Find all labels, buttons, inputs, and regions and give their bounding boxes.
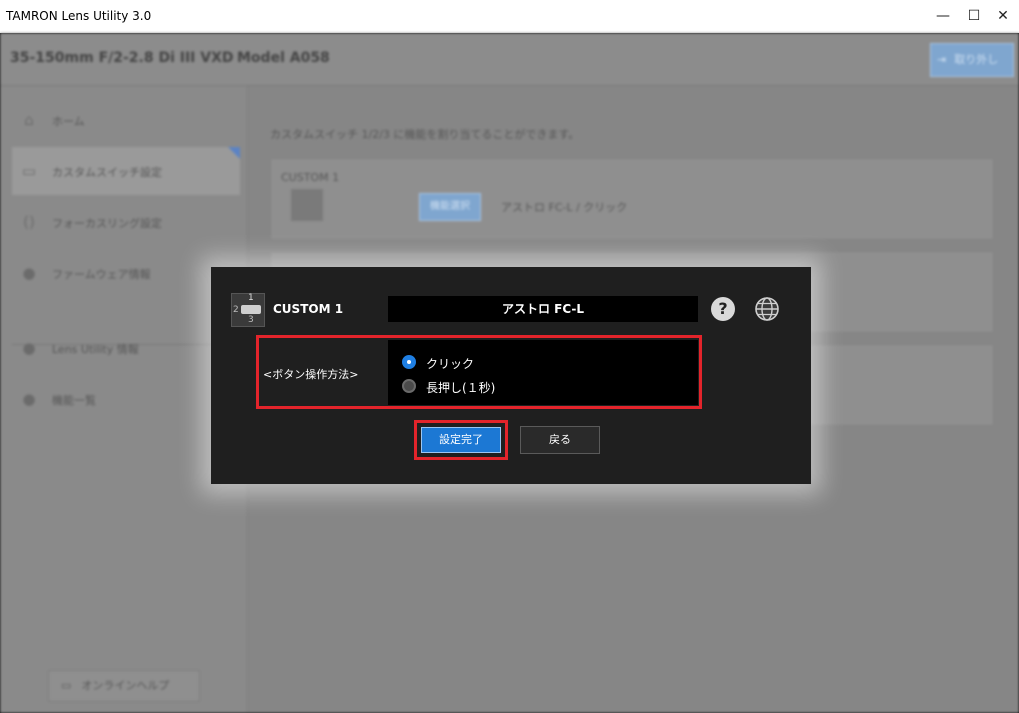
sidebar-item-firmware[interactable]: ● ファームウェア情報 [12,249,240,297]
sidebar-item-label: フォーカスリング設定 [52,217,162,230]
help-icon[interactable]: ? [711,297,735,321]
remove-lens-button[interactable]: ⇥ 取り外し [930,43,1014,77]
sidebar-item-label: カスタムスイッチ設定 [52,166,162,179]
title-bar: TAMRON Lens Utility 3.0 — ☐ ✕ [0,0,1019,33]
back-button[interactable]: 戻る [520,426,600,454]
info-icon: ● [22,339,36,357]
lens-header: 35-150mm F/2-2.8 Di III VXD Model A058 ⇥… [0,33,1019,86]
close-button[interactable]: ✕ [988,4,1018,28]
remove-lens-label: 取り外し [954,53,999,66]
radio-selected-icon[interactable] [402,355,416,369]
maximize-button[interactable]: ☐ [959,4,989,28]
list-icon: ● [22,390,36,408]
sidebar-item-label: ホーム [52,115,85,128]
switch-position-2: 2 [233,305,239,315]
sidebar-item-lens-utility-info[interactable]: ● Lens Utility 情報 [12,324,240,372]
home-icon: ⌂ [24,111,34,129]
operation-method-label: <ボタン操作方法> [263,368,359,381]
custom1-card: CUSTOM 1 機能選択 アストロ FC-L / クリック [270,158,994,240]
page-description: カスタムスイッチ 1/2/3 に機能を割り当てることができます。 [270,128,580,141]
sidebar-item-label: 機能一覧 [52,394,96,407]
sidebar-item-label: ファームウェア情報 [52,268,151,281]
app-window: TAMRON Lens Utility 3.0 — ☐ ✕ 35-150mm F… [0,0,1019,713]
custom-switch-icon: 1 2 3 [231,293,265,327]
sidebar-item-function-list[interactable]: ● 機能一覧 [12,375,240,423]
sidebar-item-home[interactable]: ⌂ ホーム [12,96,240,144]
custom1-title: CUSTOM 1 [281,171,340,184]
switch-lever [241,305,261,314]
switch-icon: ▭ [21,162,37,180]
radio-long-press-label: 長押し(１秒) [426,381,496,395]
function-select-button[interactable]: 機能選択 [419,193,481,221]
firmware-icon: ● [22,264,36,282]
globe-icon[interactable] [755,297,779,321]
sidebar: ⌂ ホーム ▭ カスタムスイッチ設定 () フォーカスリング設定 ● ファームウ… [0,86,246,713]
lens-name: 35-150mm F/2-2.8 Di III VXD [10,50,234,66]
window-icon: ▭ [61,679,72,692]
custom-switch-icon [291,189,323,221]
online-help-label: オンラインヘルプ [81,679,170,692]
radio-click-label: クリック [426,357,475,371]
sidebar-item-custom-switch[interactable]: ▭ カスタムスイッチ設定 [12,147,240,195]
switch-position-3: 3 [248,315,254,325]
minimize-button[interactable]: — [928,4,958,28]
custom-switch-dialog: 1 2 3 CUSTOM 1 アストロ FC-L ? <ボタン操作方法> クリッ… [211,267,811,484]
operation-options-panel: クリック 長押し(１秒) [388,340,698,405]
sidebar-item-label: Lens Utility 情報 [52,343,139,356]
lens-model: Model A058 [237,50,330,66]
dialog-title: CUSTOM 1 [273,302,344,316]
focus-ring-icon: () [23,213,35,231]
window-title: TAMRON Lens Utility 3.0 [6,9,152,23]
custom1-value: アストロ FC-L / クリック [501,201,628,214]
done-button[interactable]: 設定完了 [421,427,501,453]
sidebar-item-focus-ring[interactable]: () フォーカスリング設定 [12,198,240,246]
eject-icon: ⇥ [937,53,947,66]
radio-unselected-icon[interactable] [402,379,416,393]
switch-position-1: 1 [248,293,254,303]
active-corner-marker [228,147,240,159]
function-name: アストロ FC-L [388,296,698,322]
online-help-button[interactable]: ▭ オンラインヘルプ [48,670,200,702]
